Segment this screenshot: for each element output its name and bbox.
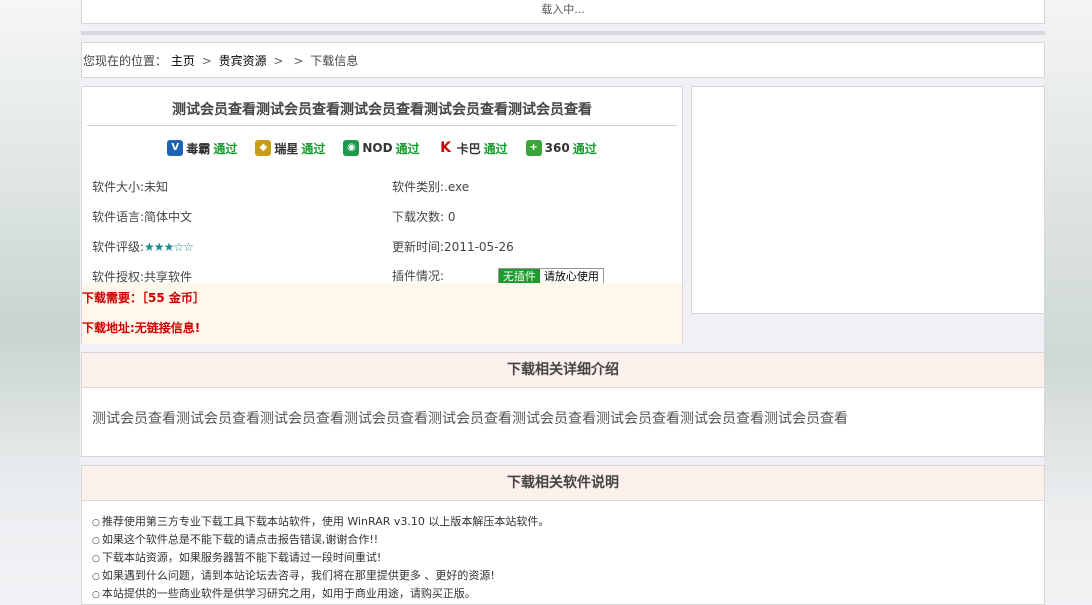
rating-label: 软件评级: (92, 239, 145, 254)
loading-bar: 载入中... (81, 0, 1045, 24)
list-item: 下载本站资源，如果服务器暂不能下载请过一段时间重试! (92, 549, 1044, 567)
notes-heading: 下载相关软件说明 (82, 466, 1044, 501)
breadcrumb-home-link[interactable]: 主页 (171, 54, 195, 68)
badge-brand: 毒霸 (186, 141, 211, 156)
rating-stars: ★★★☆☆ (144, 239, 194, 254)
detail-row: 软件语言:简体中文 下载次数: 0 (92, 201, 672, 231)
update-time: 更新时间:2011-05-26 (392, 239, 514, 254)
background-left (0, 0, 80, 599)
badge-360: + 360 通过 (525, 140, 597, 157)
software-info-panel: 测试会员查看测试会员查看测试会员查看测试会员查看测试会员查看 V 毒霸 通过 ◆ … (81, 86, 683, 344)
list-item: 如果遇到什么问题，请到本站论坛去咨寻，我们将在那里提供更多 、更好的资源! (92, 567, 1044, 585)
badge-status: 通过 (395, 141, 420, 156)
detail-row: 软件评级:★★★☆☆ 更新时间:2011-05-26 (92, 231, 672, 261)
badge-rising: ◆ 瑞星 通过 (255, 140, 325, 157)
notes-list: 推荐使用第三方专业下载工具下载本站软件，使用 WinRAR v3.10 以上版本… (82, 501, 1044, 603)
breadcrumb-separator: > (273, 54, 284, 68)
rising-lion-icon: ◆ (255, 140, 272, 156)
breadcrumb: 您现在的位置： 主页 > 贵宾资源 > > 下载信息 (81, 42, 1045, 78)
badge-duba: V 毒霸 通过 (167, 140, 237, 157)
download-count: 下载次数: 0 (392, 209, 456, 224)
download-requirements: 下载需要：［55 金币］ 下载地址:无链接信息! (82, 283, 682, 344)
breadcrumb-separator: > (293, 54, 304, 68)
breadcrumb-separator: > (201, 54, 212, 68)
badge-status: 通过 (483, 141, 508, 156)
divider (81, 31, 1045, 35)
detail-row: 软件大小:未知 软件类别:.exe (92, 171, 672, 201)
breadcrumb-section-link[interactable]: 贵宾资源 (219, 54, 267, 68)
notes-panel: 下载相关软件说明 推荐使用第三方专业下载工具下载本站软件，使用 WinRAR v… (81, 465, 1045, 605)
download-cost: 下载需要：［55 金币］ (82, 291, 205, 305)
loading-text: 载入中... (541, 3, 585, 16)
badge-brand: 360 (544, 141, 570, 155)
software-details-grid: 软件大小:未知 软件类别:.exe 软件语言:简体中文 下载次数: 0 软件评级… (92, 171, 672, 291)
side-ad-panel (691, 86, 1045, 314)
badge-brand: 瑞星 (274, 141, 299, 156)
software-rating: 软件评级:★★★☆☆ (92, 238, 392, 255)
shield-360-icon: + (525, 140, 542, 156)
download-address: 下载地址:无链接信息! (82, 321, 201, 335)
badge-status: 通过 (213, 141, 238, 156)
badge-status: 通过 (301, 141, 326, 156)
duba-icon: V (167, 140, 184, 156)
software-size: 软件大小:未知 (92, 179, 169, 194)
detail-body: 测试会员查看测试会员查看测试会员查看测试会员查看测试会员查看测试会员查看测试会员… (92, 411, 848, 427)
nod-eye-icon: ◉ (343, 140, 360, 156)
badge-kaspersky: K 卡巴 通过 (437, 140, 508, 157)
badge-brand: NOD (362, 141, 393, 155)
list-item: 本站提供的一些商业软件是供学习研究之用，如用于商业用途，请购买正版。 (92, 585, 1044, 603)
badge-status: 通过 (572, 141, 597, 156)
badge-nod: ◉ NOD 通过 (343, 140, 420, 157)
list-item: 如果这个软件总是不能下载的请点击报告错误,谢谢合作!! (92, 531, 1044, 549)
antivirus-badges: V 毒霸 通过 ◆ 瑞星 通过 ◉ NOD 通过 K 卡巴 通过 + 360 通过 (82, 138, 682, 158)
badge-brand: 卡巴 (456, 141, 481, 156)
software-license: 软件授权:共享软件 (92, 269, 193, 284)
detail-intro-panel: 下载相关详细介绍 测试会员查看测试会员查看测试会员查看测试会员查看测试会员查看测… (81, 352, 1045, 457)
detail-heading: 下载相关详细介绍 (82, 353, 1044, 388)
software-type: 软件类别:.exe (392, 179, 470, 194)
software-title: 测试会员查看测试会员查看测试会员查看测试会员查看测试会员查看 (87, 87, 677, 126)
software-language: 软件语言:简体中文 (92, 209, 193, 224)
list-item: 推荐使用第三方专业下载工具下载本站软件，使用 WinRAR v3.10 以上版本… (92, 513, 1044, 531)
kaspersky-k-icon: K (437, 140, 454, 156)
background-right (1044, 0, 1092, 599)
breadcrumb-current: 下载信息 (310, 54, 359, 68)
breadcrumb-prefix: 您现在的位置： (83, 54, 168, 68)
plugin-label: 插件情况: (392, 268, 445, 283)
